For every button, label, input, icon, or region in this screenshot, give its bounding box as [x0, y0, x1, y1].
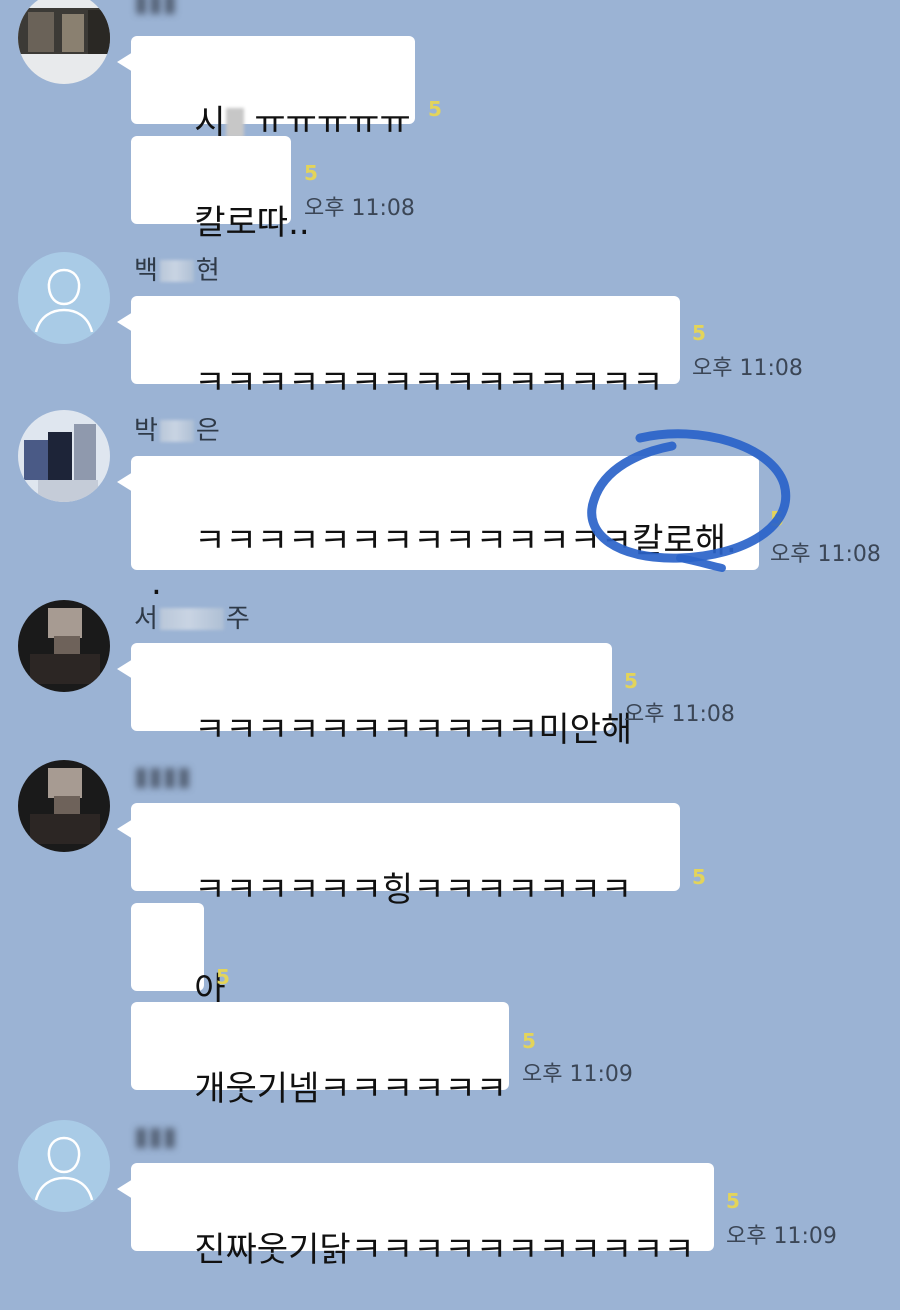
message-text: ㅋㅋㅋㅋㅋㅋㅋㅋㅋㅋㅋ미안해	[194, 710, 633, 750]
message-time: 오후 11:09	[522, 1062, 633, 1087]
sender-name-obscured: ▮▮▮	[134, 0, 177, 18]
unread-count: 5	[522, 1029, 536, 1053]
chat-window: ▮▮▮ 시 ㅠㅠㅠㅠㅠ 5 칼로따.. 5 오후 11:08 백현 ㅋㅋㅋㅋㅋㅋ…	[0, 0, 900, 1275]
message-bubble[interactable]: ㅋㅋㅋㅋㅋㅋㅋㅋㅋㅋㅋㅋㅋㅋ칼로해. .	[117, 456, 759, 603]
message-bubble[interactable]: ㅋㅋㅋㅋㅋㅋ힝ㅋㅋㅋㅋㅋㅋㅋ	[117, 803, 680, 910]
message-time: 오후 11:09	[726, 1224, 837, 1249]
unread-count: 5	[726, 1189, 740, 1213]
profile-avatar-3[interactable]	[18, 410, 110, 502]
name-blur	[159, 608, 224, 630]
message-bubble[interactable]: 시 ㅠㅠㅠㅠㅠ	[117, 36, 415, 143]
message-text: ㅋㅋㅋㅋㅋㅋㅋㅋㅋㅋㅋㅋㅋㅋ칼로해. .	[151, 521, 737, 603]
profile-avatar-4[interactable]	[18, 600, 110, 692]
message-bubble[interactable]: 개웃기넴ㅋㅋㅋㅋㅋㅋ	[131, 1002, 509, 1109]
message-bubble[interactable]: ㅋㅋㅋㅋㅋㅋㅋㅋㅋㅋㅋㅋㅋㅋㅋ	[117, 296, 680, 403]
message-time: 오후 11:08	[692, 356, 803, 381]
message-text: 칼로따..	[194, 203, 310, 243]
message-bubble[interactable]: 진짜웃기닭ㅋㅋㅋㅋㅋㅋㅋㅋㅋㅋㅋ	[117, 1163, 714, 1270]
message-time: 오후 11:08	[624, 702, 735, 727]
message-text: 개웃기넴ㅋㅋㅋㅋㅋㅋ	[194, 1069, 508, 1109]
unread-count: 5	[304, 161, 318, 185]
message-time: 오후 11:08	[770, 542, 881, 567]
message-bubble[interactable]: 아	[131, 903, 226, 1010]
person-silhouette-icon	[34, 1136, 94, 1201]
message-time: 오후 11:08	[304, 196, 415, 221]
profile-avatar-default[interactable]	[18, 1120, 110, 1212]
redaction-blur	[225, 108, 244, 138]
message-bubble[interactable]: 칼로따..	[131, 136, 310, 243]
message-bubble[interactable]: ㅋㅋㅋㅋㅋㅋㅋㅋㅋㅋㅋ미안해	[117, 643, 632, 750]
unread-count: 5	[624, 669, 638, 693]
name-blur	[159, 260, 194, 282]
sender-name: 박은	[134, 416, 220, 446]
profile-avatar-5[interactable]	[18, 760, 110, 852]
unread-count: 5	[428, 97, 442, 121]
sender-name-obscured: ▮▮▮	[134, 1122, 177, 1152]
unread-count: 5	[692, 321, 706, 345]
sender-name-obscured: ▮▮▮▮	[134, 762, 192, 792]
message-text: ㅋㅋㅋㅋㅋㅋㅋㅋㅋㅋㅋㅋㅋㅋㅋ	[194, 363, 664, 403]
message-text: ㅋㅋㅋㅋㅋㅋ힝ㅋㅋㅋㅋㅋㅋㅋ	[194, 870, 633, 910]
profile-avatar-default[interactable]	[18, 252, 110, 344]
sender-name: 서주	[134, 604, 250, 634]
profile-avatar-1[interactable]	[18, 0, 110, 84]
sender-name: 백현	[134, 256, 220, 286]
person-silhouette-icon	[34, 268, 94, 333]
name-blur	[159, 420, 194, 442]
unread-count: 5	[216, 965, 230, 989]
unread-count: 5	[770, 507, 784, 531]
unread-count: 5	[692, 865, 706, 889]
message-text: 진짜웃기닭ㅋㅋㅋㅋㅋㅋㅋㅋㅋㅋㅋ	[194, 1230, 695, 1270]
